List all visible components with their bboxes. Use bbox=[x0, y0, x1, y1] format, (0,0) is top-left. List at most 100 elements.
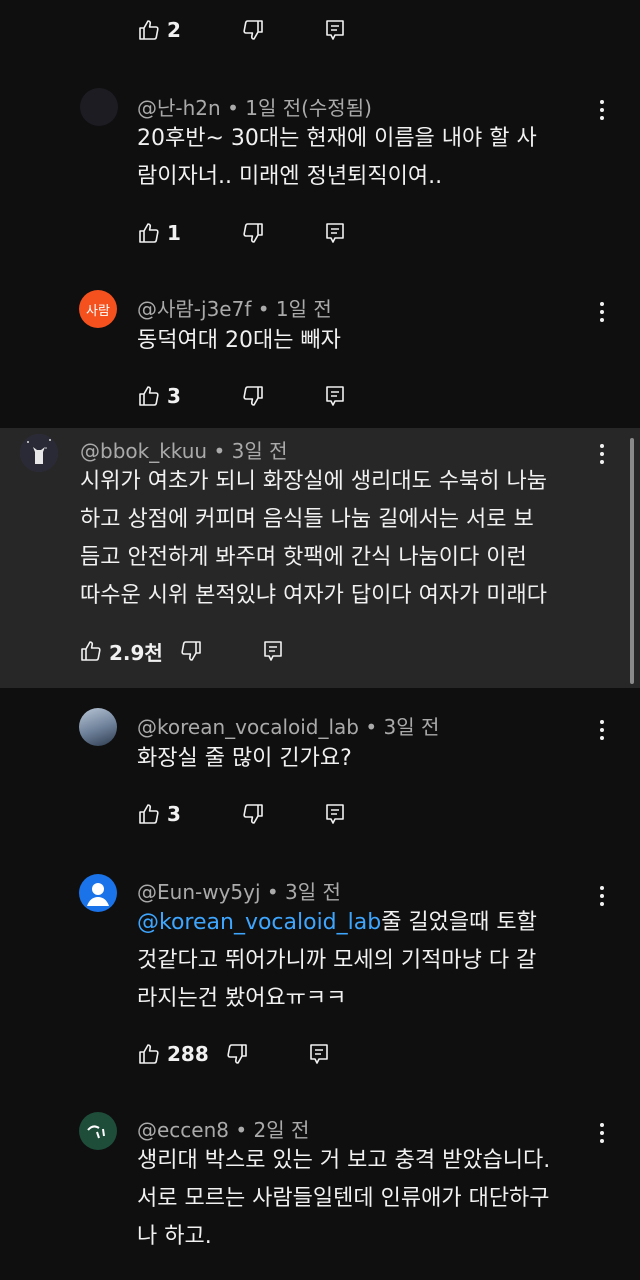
dislike-button[interactable] bbox=[241, 800, 265, 828]
text-line: 따수운 시위 본적있냐 여자가 답이다 여자가 미래다 bbox=[80, 583, 548, 608]
reply-icon bbox=[309, 1044, 328, 1064]
comment-0: 2 bbox=[0, 0, 640, 60]
like-button[interactable]: 2 bbox=[137, 16, 181, 44]
reply-icon bbox=[264, 641, 282, 661]
avatar[interactable] bbox=[80, 88, 118, 126]
author-handle[interactable]: @난-h2n bbox=[137, 96, 221, 120]
comment-6: @eccen8 • 2일 전 생리대 박스로 있는 거 보고 충격 받았습니다.… bbox=[0, 1105, 640, 1280]
avatar[interactable] bbox=[79, 708, 117, 746]
like-button[interactable]: 3 bbox=[137, 382, 181, 410]
like-count: 3 bbox=[167, 384, 181, 408]
comment-text: 화장실 줄 많이 긴가요? bbox=[137, 740, 352, 778]
comment-actions: 3 bbox=[137, 800, 347, 828]
comment-text: 20후반~ 30대는 현재에 이름을 내야 할 사 람이자너.. 미래엔 정년퇴… bbox=[137, 120, 537, 196]
reply-button[interactable] bbox=[323, 219, 347, 247]
comment-meta: @난-h2n • 1일 전(수정됨) bbox=[137, 92, 372, 121]
comment-2: 사람 @사람-j3e7f • 1일 전 동덕여대 20대는 빼자 3 bbox=[0, 280, 640, 420]
comment-meta: @bbok_kkuu • 3일 전 bbox=[80, 435, 288, 464]
more-button[interactable] bbox=[590, 98, 614, 122]
timestamp: • 3일 전 bbox=[213, 439, 288, 463]
comment-3: @bbok_kkuu • 3일 전 시위가 여초가 되니 화장실에 생리대도 수… bbox=[0, 428, 640, 688]
text-line: 람이자너.. 미래엔 정년퇴직이여.. bbox=[137, 164, 443, 189]
like-button[interactable]: 3 bbox=[137, 800, 181, 828]
timestamp: • 2일 전 bbox=[235, 1118, 310, 1142]
more-button[interactable] bbox=[590, 442, 614, 466]
text-line: 시위가 여초가 되니 화장실에 생리대도 수북히 나눔 bbox=[80, 469, 548, 494]
author-handle[interactable]: @eccen8 bbox=[137, 1118, 229, 1142]
dislike-button[interactable] bbox=[241, 219, 265, 247]
text-line: 동덕여대 20대는 빼자 bbox=[137, 328, 341, 353]
avatar[interactable] bbox=[20, 434, 58, 472]
like-count: 2.9천 bbox=[109, 640, 163, 665]
text-line: 20후반~ 30대는 현재에 이름을 내야 할 사 bbox=[137, 126, 537, 151]
reply-icon bbox=[326, 223, 344, 243]
reply-icon bbox=[326, 20, 344, 40]
avatar[interactable]: 사람 bbox=[79, 290, 117, 328]
reply-button[interactable] bbox=[261, 637, 285, 665]
author-handle[interactable]: @bbok_kkuu bbox=[80, 439, 207, 463]
like-count: 1 bbox=[167, 221, 181, 245]
mention-link[interactable]: @korean_vocaloid_lab bbox=[137, 910, 381, 935]
default-user-icon bbox=[87, 883, 109, 906]
avatar[interactable] bbox=[79, 874, 117, 912]
comment-actions: 2 bbox=[137, 16, 347, 44]
dislike-button[interactable] bbox=[225, 1040, 249, 1068]
reply-button[interactable] bbox=[323, 382, 347, 410]
comment-1: @난-h2n • 1일 전(수정됨) 20후반~ 30대는 현재에 이름을 내야… bbox=[0, 80, 640, 270]
dislike-button[interactable] bbox=[241, 16, 265, 44]
reply-button[interactable] bbox=[323, 800, 347, 828]
text-line: @korean_vocaloid_lab줄 길었을때 토할 bbox=[137, 904, 537, 942]
like-button[interactable]: 288 bbox=[137, 1040, 209, 1068]
thumbs-down-icon bbox=[243, 386, 263, 406]
timestamp: • 1일 전 bbox=[257, 297, 332, 321]
author-handle[interactable]: @사람-j3e7f bbox=[137, 297, 251, 321]
timestamp: • 3일 전 bbox=[266, 880, 341, 904]
timestamp: • 3일 전 bbox=[365, 715, 440, 739]
like-button[interactable]: 1 bbox=[137, 219, 181, 247]
comment-text: 생리대 박스로 있는 거 보고 충격 받았습니다. 서로 모르는 사람들일텐데 … bbox=[137, 1142, 550, 1256]
avatar-initials: 사람 bbox=[86, 303, 110, 319]
brush-avatar-icon bbox=[87, 1125, 105, 1139]
more-button[interactable] bbox=[590, 1121, 614, 1145]
like-count: 3 bbox=[167, 802, 181, 826]
comment-meta: @eccen8 • 2일 전 bbox=[137, 1114, 309, 1143]
text-line: 나 하고. bbox=[137, 1224, 212, 1249]
more-button[interactable] bbox=[590, 884, 614, 908]
thumbs-down-icon bbox=[181, 641, 201, 661]
reply-icon bbox=[326, 804, 344, 824]
reply-button[interactable] bbox=[307, 1040, 331, 1068]
author-handle[interactable]: @korean_vocaloid_lab bbox=[137, 715, 359, 739]
scrollbar[interactable] bbox=[630, 438, 634, 684]
cat-avatar-icon bbox=[20, 434, 58, 472]
text-line: 화장실 줄 많이 긴가요? bbox=[137, 746, 352, 771]
comment-actions: 3 bbox=[137, 382, 347, 410]
text-line: 하고 상점에 커피며 음식들 나눔 길에서는 서로 보 bbox=[80, 507, 534, 532]
thumbs-up-icon bbox=[139, 386, 159, 406]
reply-button[interactable] bbox=[323, 16, 347, 44]
comment-text: 시위가 여초가 되니 화장실에 생리대도 수북히 나눔 하고 상점에 커피며 음… bbox=[80, 463, 547, 615]
like-button[interactable]: 2.9천 bbox=[79, 637, 163, 665]
more-button[interactable] bbox=[590, 718, 614, 742]
text-line: 라지는건 봤어요ㅠㅋㅋ bbox=[137, 986, 347, 1011]
dislike-button[interactable] bbox=[179, 637, 203, 665]
comment-actions: 1 bbox=[137, 219, 347, 247]
avatar[interactable] bbox=[79, 1112, 117, 1150]
author-handle[interactable]: @Eun-wy5yj bbox=[137, 880, 261, 904]
like-count: 288 bbox=[167, 1042, 209, 1066]
comment-5: @Eun-wy5yj • 3일 전 @korean_vocaloid_lab줄 … bbox=[0, 866, 640, 1076]
reply-icon bbox=[326, 386, 344, 406]
comment-actions: 288 bbox=[137, 1040, 331, 1068]
more-button[interactable] bbox=[590, 300, 614, 324]
comment-text: @korean_vocaloid_lab줄 길었을때 토할 것같다고 뛰어가니까… bbox=[137, 904, 537, 1018]
thumbs-up-icon bbox=[139, 223, 159, 243]
text-line: 듬고 안전하게 봐주며 핫팩에 간식 나눔이다 이런 bbox=[80, 545, 527, 570]
comment-meta: @사람-j3e7f • 1일 전 bbox=[137, 293, 332, 322]
thumbs-up-icon bbox=[81, 641, 101, 661]
text-line: 서로 모르는 사람들일텐데 인류애가 대단하구 bbox=[137, 1186, 550, 1211]
dislike-button[interactable] bbox=[241, 382, 265, 410]
comment-actions: 2.9천 bbox=[79, 637, 285, 665]
text-fragment: 줄 길었을때 토할 bbox=[381, 910, 537, 935]
comment-text: 동덕여대 20대는 빼자 bbox=[137, 322, 341, 360]
timestamp: • 1일 전(수정됨) bbox=[227, 96, 372, 120]
text-line: 생리대 박스로 있는 거 보고 충격 받았습니다. bbox=[137, 1148, 551, 1173]
